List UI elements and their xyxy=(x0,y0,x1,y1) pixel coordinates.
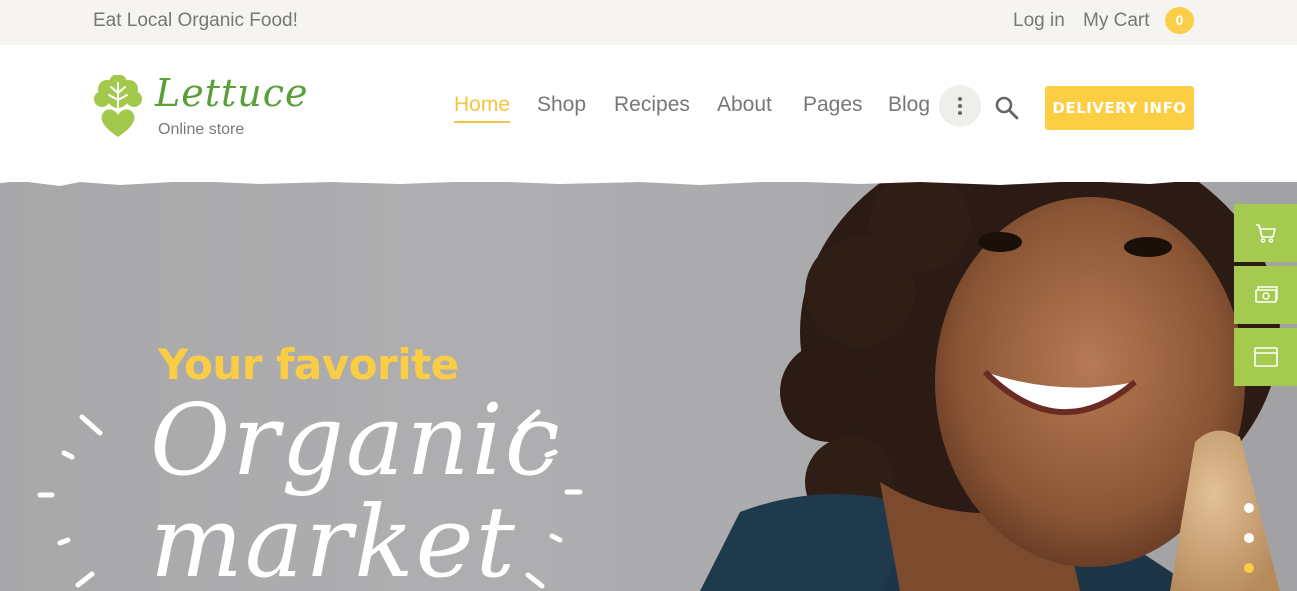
side-browser-button[interactable] xyxy=(1234,328,1297,386)
side-cart-button[interactable] xyxy=(1234,204,1297,262)
hero-subtitle: Your favorite xyxy=(158,340,459,389)
hero-title-line-2: market xyxy=(150,486,517,591)
lettuce-heart-icon xyxy=(94,75,142,137)
search-icon[interactable] xyxy=(994,95,1020,121)
nav-recipes[interactable]: Recipes xyxy=(614,93,690,117)
nav-about[interactable]: About xyxy=(717,93,772,117)
money-icon xyxy=(1254,286,1278,303)
nav-home[interactable]: Home xyxy=(454,93,511,123)
torn-paper-edge xyxy=(0,172,1297,186)
tagline: Eat Local Organic Food! xyxy=(93,10,298,31)
cart-icon xyxy=(1255,224,1276,243)
vertical-dots-icon[interactable] xyxy=(939,85,981,127)
browser-window-icon xyxy=(1253,347,1278,367)
nav-shop[interactable]: Shop xyxy=(537,93,586,117)
slider-dot-2[interactable] xyxy=(1244,533,1254,543)
nav-blog[interactable]: Blog xyxy=(888,93,930,117)
top-bar: Eat Local Organic Food! Log in My Cart 0 xyxy=(0,0,1297,45)
login-link[interactable]: Log in xyxy=(1013,10,1065,32)
brand-subtitle: Online store xyxy=(158,121,245,138)
logo[interactable]: Lettuce Online store xyxy=(93,71,308,145)
hero-title-line-1: Organic xyxy=(150,384,562,498)
delivery-info-button[interactable]: DELIVERY INFO xyxy=(1045,86,1194,130)
cart-count-badge[interactable]: 0 xyxy=(1165,7,1194,34)
my-cart-link[interactable]: My Cart xyxy=(1083,10,1150,32)
brand-name: Lettuce xyxy=(155,71,309,115)
nav-pages[interactable]: Pages xyxy=(803,93,863,117)
side-money-button[interactable] xyxy=(1234,266,1297,324)
slider-dot-3[interactable] xyxy=(1244,563,1254,573)
slider-dot-1[interactable] xyxy=(1244,503,1254,513)
